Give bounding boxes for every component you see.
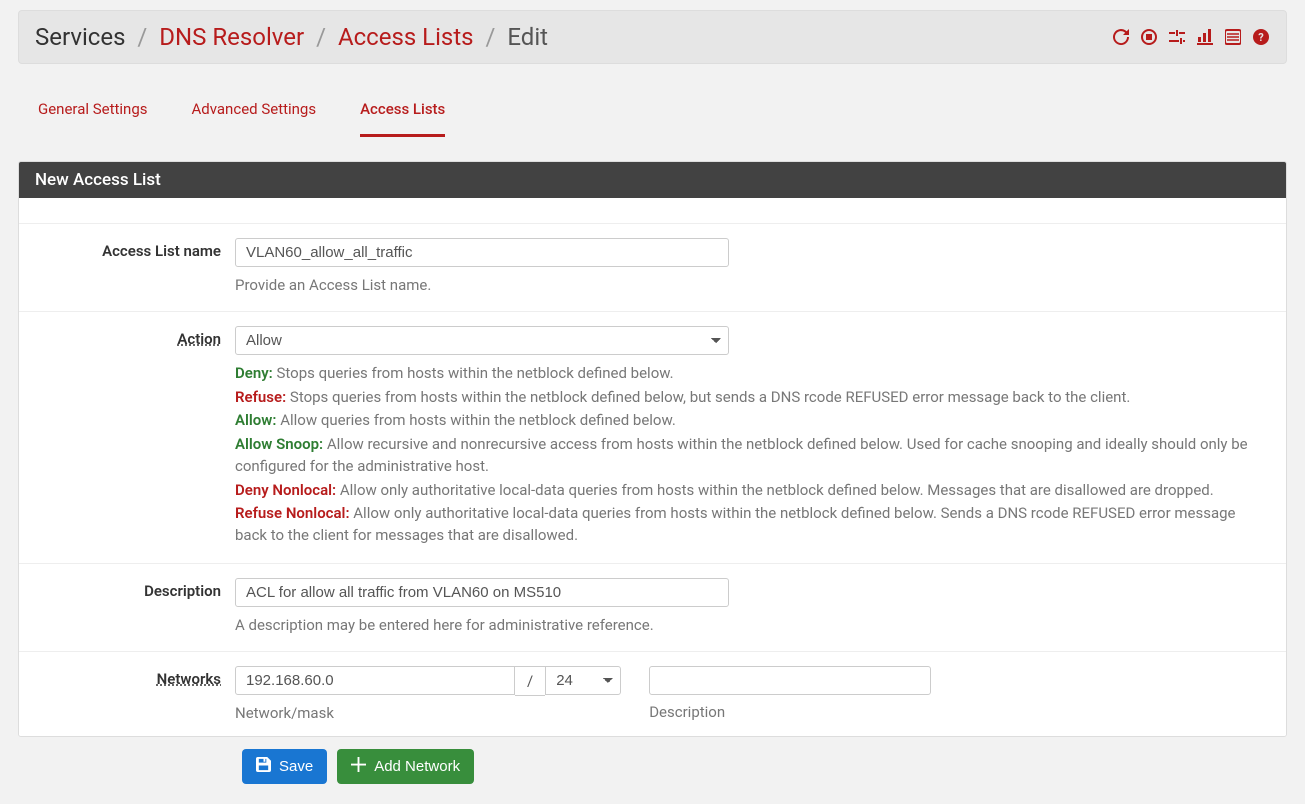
tab-general-settings[interactable]: General Settings xyxy=(38,90,148,137)
row-description: Description A description may be entered… xyxy=(19,564,1286,652)
crumb-access-lists[interactable]: Access Lists xyxy=(338,23,474,51)
panel-heading: New Access List xyxy=(19,162,1286,198)
slash-separator: / xyxy=(515,666,545,696)
help-description: A description may be entered here for ad… xyxy=(235,615,1270,637)
access-list-name-input[interactable] xyxy=(235,238,729,267)
button-bar: Save Add Network xyxy=(18,749,1287,784)
network-address-input[interactable] xyxy=(235,666,515,695)
label-networks: Networks xyxy=(19,666,235,722)
label-action: Action xyxy=(19,326,235,549)
separator-icon: / xyxy=(316,23,326,51)
description-input[interactable] xyxy=(235,578,729,607)
sliders-icon[interactable] xyxy=(1168,28,1186,46)
tab-advanced-settings[interactable]: Advanced Settings xyxy=(192,90,317,137)
sublabel-network-mask: Network/mask xyxy=(235,704,621,722)
label-access-list-name: Access List name xyxy=(19,238,235,297)
add-network-button[interactable]: Add Network xyxy=(337,749,474,784)
breadcrumb: Services / DNS Resolver / Access Lists /… xyxy=(35,23,548,51)
list-icon[interactable] xyxy=(1224,28,1242,46)
svg-text:?: ? xyxy=(1258,31,1264,44)
network-description-input[interactable] xyxy=(649,666,931,695)
panel-new-access-list: New Access List Access List name Provide… xyxy=(18,161,1287,737)
separator-icon: / xyxy=(137,23,147,51)
stop-icon[interactable] xyxy=(1140,28,1158,46)
network-mask-select[interactable]: 24 xyxy=(545,666,621,695)
separator-icon: / xyxy=(486,23,496,51)
save-button-label: Save xyxy=(279,758,313,775)
panel-body: Access List name Provide an Access List … xyxy=(19,198,1286,736)
help-access-list-name: Provide an Access List name. xyxy=(235,275,1270,297)
crumb-edit: Edit xyxy=(507,23,548,51)
page-header: Services / DNS Resolver / Access Lists /… xyxy=(18,10,1287,64)
row-access-list-name: Access List name Provide an Access List … xyxy=(19,224,1286,312)
row-action: Action Allow Deny: Stops queries from ho… xyxy=(19,312,1286,564)
row-networks: Networks / 24 Network/mask xyxy=(19,652,1286,736)
action-select[interactable]: Allow xyxy=(235,326,729,355)
plus-icon xyxy=(351,757,366,776)
save-button[interactable]: Save xyxy=(242,749,327,784)
tab-access-lists[interactable]: Access Lists xyxy=(360,90,445,137)
chart-icon[interactable] xyxy=(1196,28,1214,46)
add-network-button-label: Add Network xyxy=(374,758,460,775)
header-action-icons: ? xyxy=(1112,28,1270,46)
refresh-icon[interactable] xyxy=(1112,28,1130,46)
help-icon[interactable]: ? xyxy=(1252,28,1270,46)
tabs: General Settings Advanced Settings Acces… xyxy=(18,90,1287,137)
help-action: Deny: Stops queries from hosts within th… xyxy=(235,363,1270,547)
spacer xyxy=(19,198,1286,224)
save-icon xyxy=(256,757,271,776)
label-description: Description xyxy=(19,578,235,637)
crumb-services[interactable]: Services xyxy=(35,23,125,51)
crumb-dns-resolver[interactable]: DNS Resolver xyxy=(159,23,304,51)
network-entry: / 24 Network/mask Description xyxy=(235,666,1270,722)
sublabel-network-description: Description xyxy=(649,703,931,721)
